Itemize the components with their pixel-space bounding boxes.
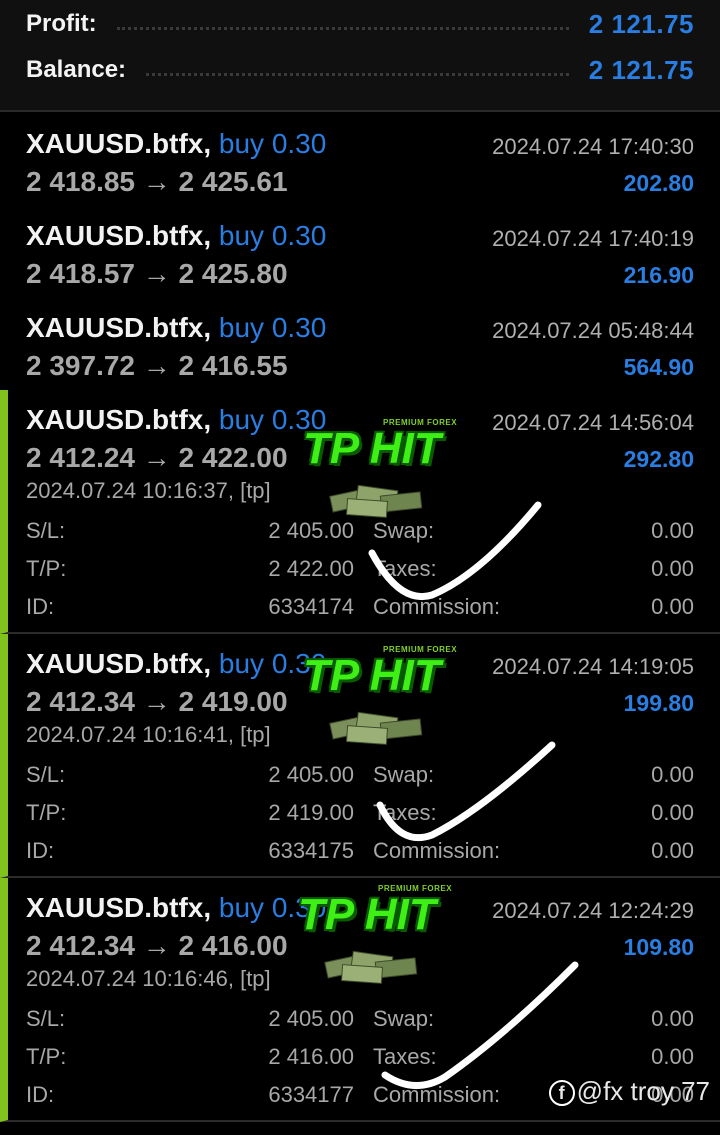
tp-label: T/P: <box>26 1044 67 1069</box>
trade-prices: 2 412.34 → 2 419.00 <box>26 686 288 717</box>
tp-hit-text: TP HIT <box>303 651 441 700</box>
trade-symbol: XAUUSD.btfx, buy 0.30 <box>26 892 326 924</box>
checkmark-icon <box>376 741 556 842</box>
tp-value: 2 416.00 <box>268 1044 354 1069</box>
tp-hit-text: TP HIT <box>303 424 441 473</box>
tp-value: 2 419.00 <box>268 800 354 825</box>
trade-profit: 564.90 <box>623 354 694 380</box>
dotted-leader <box>116 26 569 30</box>
tp-label: T/P: <box>26 800 67 825</box>
symbol-text: XAUUSD.btfx, <box>26 312 212 343</box>
sl-label: S/L: <box>26 518 66 543</box>
symbol-text: XAUUSD.btfx, <box>26 128 212 159</box>
trade-profit: 109.80 <box>623 934 694 960</box>
swap-value: 0.00 <box>651 518 694 543</box>
trade-prices: 2 412.34 → 2 416.00 <box>26 930 288 961</box>
trade-side: buy 0.30 <box>218 128 327 159</box>
watermark: f @fx troy 77 <box>548 1076 710 1107</box>
taxes-value: 0.00 <box>651 800 694 825</box>
trade-open-line: 2024.07.24 10:16:41, [tp] <box>26 722 271 747</box>
detail-row-tp: T/P: 2 419.00 Taxes: 0.00 <box>26 800 694 830</box>
id-value: 6334175 <box>268 838 354 863</box>
trade-open-line: 2024.07.24 10:16:46, [tp] <box>26 966 271 991</box>
swap-value: 0.00 <box>651 1006 694 1031</box>
id-label: ID: <box>26 838 55 863</box>
detail-row-id: ID: 6334175 Commission: 0.00 <box>26 838 694 868</box>
trade-symbol: XAUUSD.btfx, buy 0.30 <box>26 312 326 344</box>
dotted-leader <box>146 72 569 76</box>
trade-open-line: 2024.07.24 10:16:37, [tp] <box>26 478 271 503</box>
sl-label: S/L: <box>26 762 66 787</box>
trade-row[interactable]: XAUUSD.btfx, buy 0.30 2 418.85 → 2 425.6… <box>0 114 720 208</box>
trade-prices: 2 397.72 → 2 416.55 <box>26 350 288 381</box>
trade-symbol: XAUUSD.btfx, buy 0.30 <box>26 128 326 160</box>
sl-label: S/L: <box>26 1006 66 1031</box>
sl-value: 2 405.00 <box>268 1006 354 1031</box>
profit-value: 2 121.75 <box>588 8 694 39</box>
trade-symbol: XAUUSD.btfx, buy 0.30 <box>26 220 326 252</box>
trade-profit: 292.80 <box>623 446 694 472</box>
balance-row: Balance: 2 121.75 <box>26 48 694 92</box>
trade-prices: 2 418.85 → 2 425.61 <box>26 166 288 197</box>
id-label: ID: <box>26 594 55 619</box>
trade-row[interactable]: XAUUSD.btfx, buy 0.30 2 397.72 → 2 416.5… <box>0 298 720 392</box>
symbol-text: XAUUSD.btfx, <box>26 892 212 923</box>
trade-close-time: 2024.07.24 12:24:29 <box>492 898 694 923</box>
swap-value: 0.00 <box>651 762 694 787</box>
profit-row: Profit: 2 121.75 <box>26 2 694 46</box>
profit-label: Profit: <box>26 10 97 37</box>
id-label: ID: <box>26 1082 55 1107</box>
account-summary: Profit: 2 121.75 Balance: 2 121.75 <box>0 0 720 112</box>
trade-close-time: 2024.07.24 14:56:04 <box>492 410 694 435</box>
trade-profit: 216.90 <box>623 262 694 288</box>
trade-profit: 199.80 <box>623 690 694 716</box>
trade-symbol: XAUUSD.btfx, buy 0.30 <box>26 404 326 436</box>
tp-value: 2 422.00 <box>268 556 354 581</box>
trade-close-time: 2024.07.24 17:40:19 <box>492 226 694 251</box>
commission-value: 0.00 <box>651 594 694 619</box>
checkmark-icon <box>381 961 579 1089</box>
balance-value: 2 121.75 <box>588 54 694 85</box>
trade-row[interactable]: XAUUSD.btfx, buy 0.30 2 418.57 → 2 425.8… <box>0 206 720 300</box>
trade-side: buy 0.30 <box>218 220 327 251</box>
commission-value: 0.00 <box>651 838 694 863</box>
detail-row-sl: S/L: 2 405.00 Swap: 0.00 <box>26 762 694 792</box>
trade-close-time: 2024.07.24 05:48:44 <box>492 318 694 343</box>
sl-value: 2 405.00 <box>268 762 354 787</box>
id-value: 6334174 <box>268 594 354 619</box>
balance-label: Balance: <box>26 56 127 83</box>
trade-profit: 202.80 <box>623 170 694 196</box>
trade-close-time: 2024.07.24 17:40:30 <box>492 134 694 159</box>
symbol-text: XAUUSD.btfx, <box>26 648 212 679</box>
taxes-value: 0.00 <box>651 556 694 581</box>
tp-label: T/P: <box>26 556 67 581</box>
taxes-value: 0.00 <box>651 1044 694 1069</box>
checkmark-icon <box>368 501 542 601</box>
trade-prices: 2 418.57 → 2 425.80 <box>26 258 288 289</box>
trade-symbol: XAUUSD.btfx, buy 0.30 <box>26 648 326 680</box>
id-value: 6334177 <box>268 1082 354 1107</box>
trade-side: buy 0.30 <box>218 312 327 343</box>
watermark-text: @fx troy 77 <box>576 1076 710 1106</box>
tp-hit-text: TP HIT <box>298 890 436 939</box>
facebook-icon: f <box>548 1080 575 1107</box>
trade-close-time: 2024.07.24 14:19:05 <box>492 654 694 679</box>
symbol-text: XAUUSD.btfx, <box>26 220 212 251</box>
symbol-text: XAUUSD.btfx, <box>26 404 212 435</box>
trade-prices: 2 412.24 → 2 422.00 <box>26 442 288 473</box>
